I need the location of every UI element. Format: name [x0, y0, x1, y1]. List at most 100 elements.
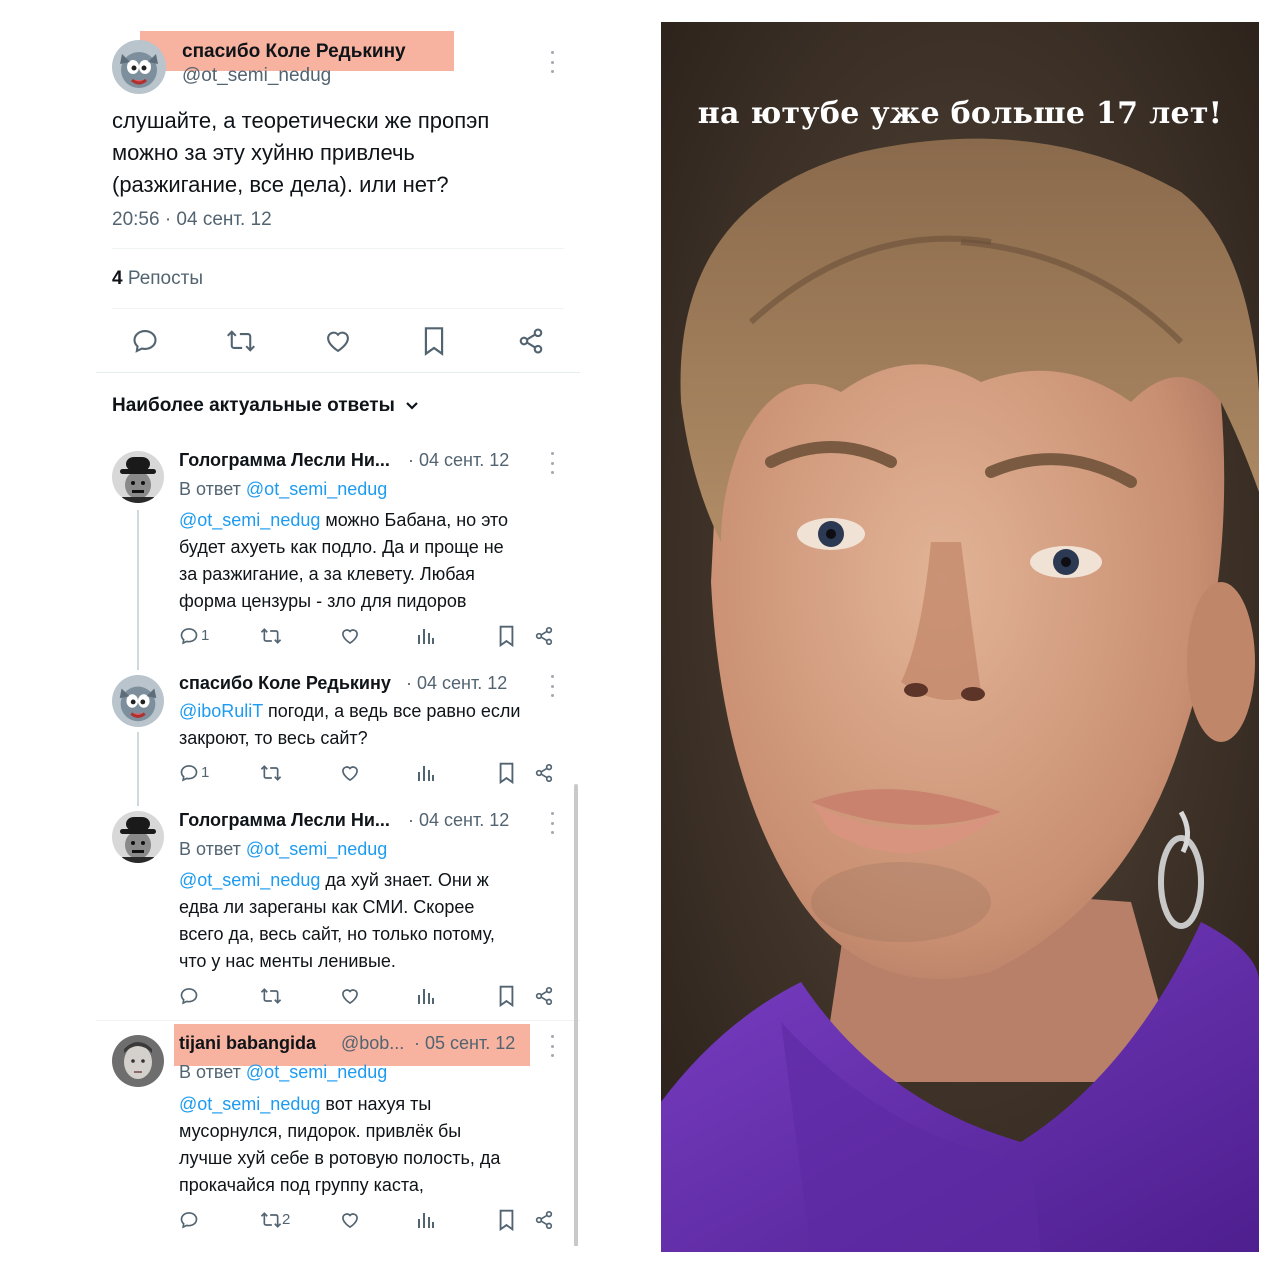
avatar[interactable]	[112, 40, 166, 94]
share-icon[interactable]	[534, 1210, 554, 1230]
more-options-icon[interactable]	[549, 452, 555, 474]
avatar-cartoon-icon	[112, 675, 164, 727]
reply-count: 1	[201, 764, 210, 781]
replies-sort-label: Наиболее актуальные ответы	[112, 395, 395, 416]
reply-date[interactable]: · 04 сент. 12	[408, 450, 509, 471]
reply-text: можно Бабана, но это	[320, 510, 509, 530]
share-icon[interactable]	[534, 986, 554, 1006]
reply-text-line: закроют, то весь сайт?	[179, 728, 368, 748]
divider	[96, 1020, 580, 1021]
share-icon[interactable]	[534, 763, 554, 783]
tweet-thread-panel: спасибо Коле Редькину @ot_semi_nedug слу…	[96, 24, 580, 1246]
reposts-stat[interactable]: 4 Репосты	[112, 268, 203, 290]
more-options-icon[interactable]	[549, 812, 555, 834]
more-options-icon[interactable]	[549, 51, 555, 73]
bookmark-icon[interactable]	[498, 625, 515, 647]
reply-text-line: форма цензуры - зло для пидоров	[179, 591, 467, 611]
reply-date[interactable]: · 05 сент. 12	[414, 1033, 515, 1054]
author-handle[interactable]: @ot_semi_nedug	[182, 65, 331, 87]
divider	[112, 248, 564, 249]
like-icon[interactable]	[340, 763, 360, 783]
reply-to-link[interactable]: @ot_semi_nedug	[246, 839, 387, 859]
divider	[112, 308, 564, 309]
tweet-text-line: можно за эту хуйню привлечь	[112, 140, 415, 165]
reply-text-line: едва ли зареганы как СМИ. Скорее	[179, 897, 475, 917]
portrait-illustration	[661, 22, 1259, 1252]
avatar[interactable]	[112, 675, 164, 727]
reply-text-line: лучше хуй себе в ротовую полость, да	[179, 1148, 501, 1168]
avatar-photo-icon	[112, 1035, 164, 1087]
like-icon[interactable]	[340, 1210, 360, 1230]
reply-date[interactable]: · 04 сент. 12	[408, 810, 509, 831]
avatar[interactable]	[112, 451, 164, 503]
share-icon[interactable]	[534, 626, 554, 646]
reply-author-name[interactable]: Голограмма Лесли Ни...	[179, 810, 390, 831]
reply-text-line: прокачайся под группу каста,	[179, 1175, 424, 1195]
reply-author-name[interactable]: спасибо Коле Редькину	[179, 673, 391, 694]
reposts-count: 4	[112, 268, 123, 289]
thread-line	[137, 510, 139, 670]
avatar[interactable]	[112, 811, 164, 863]
reply-icon[interactable]	[179, 986, 199, 1006]
repost-icon[interactable]	[260, 986, 282, 1006]
repost-icon[interactable]	[260, 1210, 282, 1230]
replies-sort-selector[interactable]: Наиболее актуальные ответы	[112, 395, 420, 417]
reply-text: погоди, а ведь все равно если	[262, 701, 521, 721]
like-icon[interactable]	[340, 626, 360, 646]
repost-icon[interactable]	[260, 763, 282, 783]
chevron-down-icon	[406, 402, 418, 410]
share-icon[interactable]	[517, 327, 545, 355]
reply-author-name[interactable]: Голограмма Лесли Ни...	[179, 450, 390, 471]
views-icon[interactable]	[417, 986, 435, 1006]
reply-author-name[interactable]: tijani babangida	[179, 1033, 316, 1054]
views-icon[interactable]	[417, 763, 435, 783]
reply-icon[interactable]	[131, 327, 159, 355]
reply-date[interactable]: · 04 сент. 12	[406, 673, 507, 694]
mention-link[interactable]: @iboRuliT	[179, 701, 263, 721]
reply-text-line: @ot_semi_nedug вот нахуя ты	[179, 1094, 431, 1115]
avatar-cartoon-icon	[112, 40, 166, 94]
reply-count: 1	[201, 627, 210, 644]
mention-link[interactable]: @ot_semi_nedug	[179, 1094, 320, 1114]
reply-icon[interactable]	[179, 763, 199, 783]
mention-link[interactable]: @ot_semi_nedug	[179, 870, 320, 890]
repost-icon[interactable]	[226, 327, 256, 355]
reply-to-link[interactable]: @ot_semi_nedug	[246, 479, 387, 499]
divider	[96, 372, 580, 373]
avatar-bowler-hat-icon	[112, 811, 164, 863]
reply-prefix: В ответ	[179, 479, 241, 499]
reply-icon[interactable]	[179, 626, 199, 646]
reply-text-line: что у нас менты ленивые.	[179, 951, 396, 971]
views-icon[interactable]	[417, 1210, 435, 1230]
reply-prefix: В ответ	[179, 1062, 241, 1082]
tweet-timestamp[interactable]: 20:56 · 04 сент. 12	[112, 209, 272, 231]
more-options-icon[interactable]	[549, 675, 555, 697]
like-icon[interactable]	[324, 327, 352, 355]
bookmark-icon[interactable]	[498, 762, 515, 784]
bookmark-icon[interactable]	[498, 1209, 515, 1231]
reply-to-link[interactable]: @ot_semi_nedug	[246, 1062, 387, 1082]
reply-text-line: будет ахуеть как подло. Да и проще не	[179, 537, 504, 557]
avatar[interactable]	[112, 1035, 164, 1087]
tweet-text-line: слушайте, а теоретически же пропэп	[112, 108, 490, 133]
avatar-bowler-hat-icon	[112, 451, 164, 503]
reply-icon[interactable]	[179, 1210, 199, 1230]
reply-text-line: @ot_semi_nedug можно Бабана, но это	[179, 510, 508, 531]
repost-icon[interactable]	[260, 626, 282, 646]
reply-text-line: @ot_semi_nedug да хуй знает. Они ж	[179, 870, 489, 891]
reply-prefix: В ответ	[179, 839, 241, 859]
reply-text: да хуй знает. Они ж	[320, 870, 489, 890]
reply-handle[interactable]: @bob...	[341, 1033, 404, 1054]
reply-text: вот нахуя ты	[320, 1094, 432, 1114]
mention-link[interactable]: @ot_semi_nedug	[179, 510, 320, 530]
reply-text-line: всего да, весь сайт, но только потому,	[179, 924, 495, 944]
views-icon[interactable]	[417, 626, 435, 646]
like-icon[interactable]	[340, 986, 360, 1006]
bookmark-icon[interactable]	[498, 985, 515, 1007]
scrollbar[interactable]	[574, 784, 578, 1246]
photo-caption: на ютубе уже больше 17 лет!	[697, 96, 1223, 131]
reply-context: В ответ @ot_semi_nedug	[179, 1062, 387, 1083]
bookmark-icon[interactable]	[422, 326, 446, 356]
author-name[interactable]: спасибо Коле Редькину	[182, 41, 406, 63]
more-options-icon[interactable]	[549, 1035, 555, 1057]
